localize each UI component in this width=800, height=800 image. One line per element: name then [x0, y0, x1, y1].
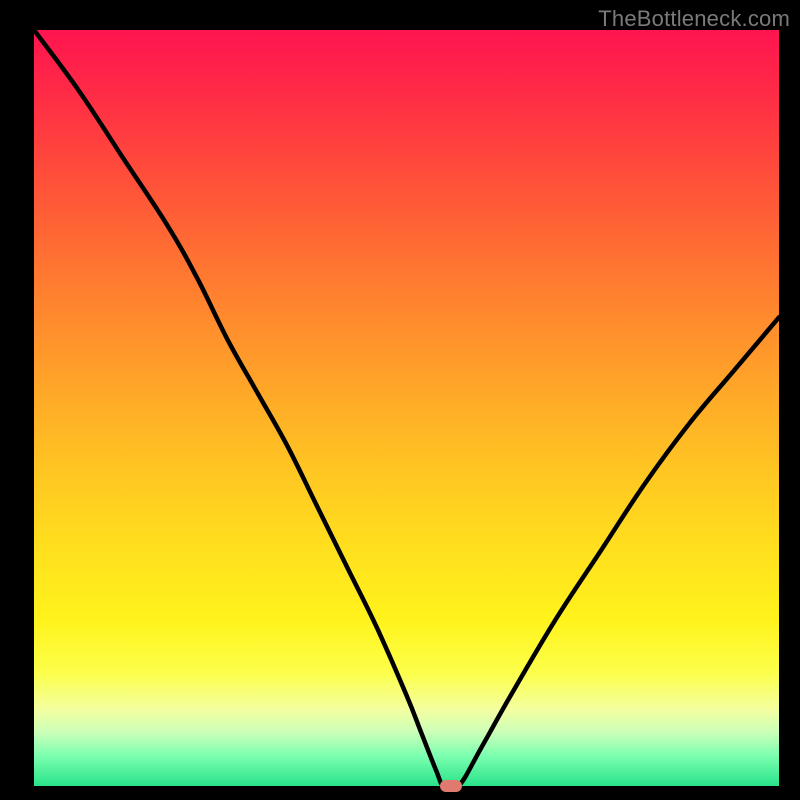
min-marker	[440, 780, 462, 792]
chart-stage: TheBottleneck.com	[0, 0, 800, 800]
plot-area	[34, 30, 779, 786]
watermark-text: TheBottleneck.com	[598, 6, 790, 32]
bottleneck-curve	[34, 30, 779, 786]
